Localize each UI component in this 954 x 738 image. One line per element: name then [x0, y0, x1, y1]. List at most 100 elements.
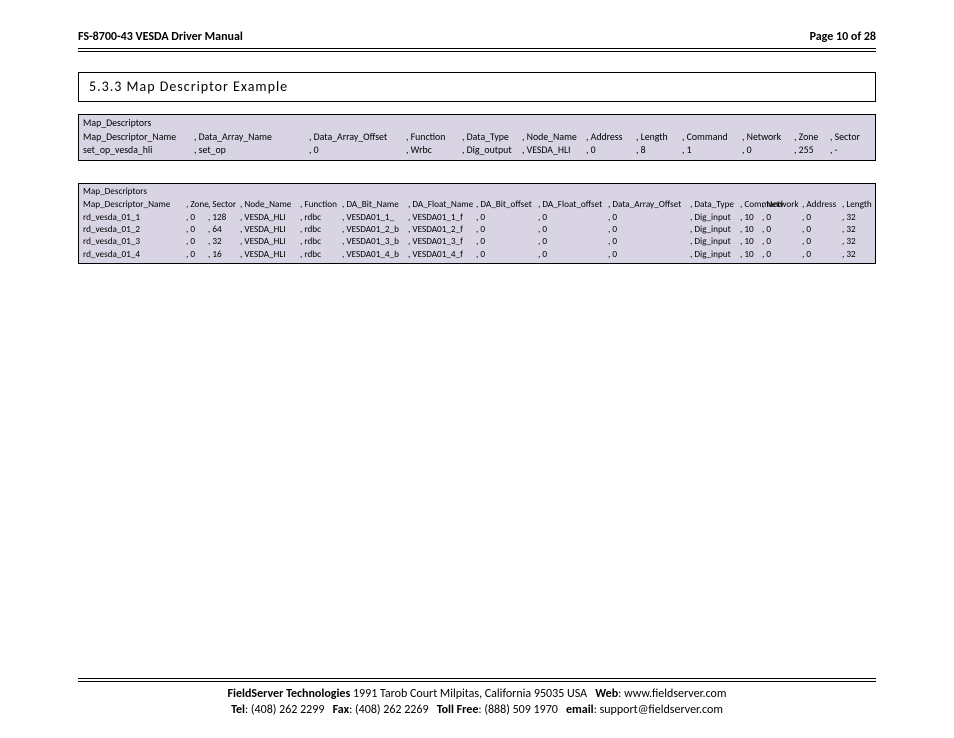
cell: , VESDA01_4_b [342, 249, 408, 261]
cell: , VESDA_HLI [240, 236, 300, 248]
col-header: , Network [762, 199, 802, 211]
cell: , 0 [538, 236, 608, 248]
cell: , 10 [740, 236, 762, 248]
cell: , VESDA01_2_b [342, 224, 408, 236]
col-header: , Data_Array_Offset [309, 131, 406, 144]
col-header: , DA_Float_Name [408, 199, 476, 211]
header-rule [78, 48, 876, 52]
col-header: , Node_Name [522, 131, 586, 144]
col-header: , Command [740, 199, 762, 211]
col-header: , Address [802, 199, 842, 211]
cell: , 32 [842, 236, 876, 248]
email-address: support@fieldserver.com [600, 703, 723, 717]
col-header: , Data_Type [462, 131, 522, 144]
cell: , Dig_input [690, 249, 740, 261]
cell: , 255 [794, 144, 830, 157]
cell: , 0 [608, 249, 690, 261]
cell: , 0 [802, 236, 842, 248]
col-header: , Length [636, 131, 682, 144]
cell: , rdbc [300, 212, 342, 224]
company-name: FieldServer Technologies [228, 687, 351, 701]
cell: , 0 [476, 249, 538, 261]
col-header: , Data_Array_Name [194, 131, 309, 144]
cell: , 0 [802, 249, 842, 261]
cell: , 32 [842, 224, 876, 236]
footer-line-1: FieldServer Technologies 1991 Tarob Cour… [78, 686, 876, 702]
tel-number: (408) 262 2299 [251, 703, 325, 717]
cell: , 10 [740, 212, 762, 224]
col-header: , Data_Array_Offset [608, 199, 690, 211]
map-descriptors-table-2: Map_Descriptors Map_Descriptor_Name , Zo… [78, 183, 876, 265]
cell: , set_op [194, 144, 309, 157]
web-url: www.fieldserver.com [624, 687, 726, 701]
cell: , 64 [208, 224, 240, 236]
cell: , rdbc [300, 224, 342, 236]
cell: , 0 [802, 212, 842, 224]
cell: , VESDA_HLI [240, 249, 300, 261]
cell: , 0 [608, 224, 690, 236]
cell: , VESDA01_3_f [408, 236, 476, 248]
cell: , 32 [208, 236, 240, 248]
cell: , 0 [186, 249, 208, 261]
footer-line-2: Tel: (408) 262 2299 Fax: (408) 262 2269 … [78, 702, 876, 718]
cell: , 0 [608, 236, 690, 248]
cell: , 0 [762, 236, 802, 248]
page-footer: FieldServer Technologies 1991 Tarob Cour… [78, 674, 876, 718]
cell: , 0 [476, 212, 538, 224]
company-address: 1991 Tarob Court Milpitas, California 95… [353, 687, 587, 701]
email-label: email [566, 703, 594, 717]
cell: , 0 [476, 224, 538, 236]
col-header: , DA_Bit_Name [342, 199, 408, 211]
page-number: Page 10 of 28 [810, 30, 876, 44]
cell: , VESDA_HLI [522, 144, 586, 157]
cell: , 0 [186, 212, 208, 224]
cell: rd_vesda_01_3 [83, 236, 186, 248]
cell: , 32 [842, 212, 876, 224]
section-title: 5.3.3 Map Descriptor Example [78, 72, 876, 102]
cell: , 0 [186, 224, 208, 236]
cell: , 0 [309, 144, 406, 157]
cell: , 0 [538, 249, 608, 261]
cell: , Dig_input [690, 224, 740, 236]
col-header: , Sector [208, 199, 240, 211]
table2-header-row: Map_Descriptor_Name , Zone , Sector , No… [83, 199, 873, 211]
fax-number: (408) 262 2269 [355, 703, 429, 717]
page-header: FS-8700-43 VESDA Driver Manual Page 10 o… [78, 30, 876, 48]
cell: , 1 [682, 144, 742, 157]
cell: , 0 [586, 144, 636, 157]
col-header: , DA_Float_offset [538, 199, 608, 211]
cell: , Dig_output [462, 144, 522, 157]
table1-header-row: Map_Descriptor_Name , Data_Array_Name , … [83, 131, 871, 144]
web-label: Web [595, 687, 618, 701]
col-header: Map_Descriptor_Name [83, 199, 186, 211]
cell: , 0 [476, 236, 538, 248]
tel-label: Tel [231, 703, 245, 717]
cell: , 0 [538, 224, 608, 236]
cell: , VESDA_HLI [240, 224, 300, 236]
col-header: , Network [742, 131, 794, 144]
cell: rd_vesda_01_2 [83, 224, 186, 236]
toll-number: (888) 509 1970 [484, 703, 558, 717]
cell: , VESDA01_3_b [342, 236, 408, 248]
toll-label: Toll Free [437, 703, 479, 717]
cell: , Dig_input [690, 212, 740, 224]
cell: , 0 [802, 224, 842, 236]
cell: , - [830, 144, 870, 157]
cell: , 10 [740, 249, 762, 261]
cell: , 128 [208, 212, 240, 224]
col-header: , Node_Name [240, 199, 300, 211]
col-header: , Data_Type [690, 199, 740, 211]
col-header: , Zone [794, 131, 830, 144]
cell: , Dig_input [690, 236, 740, 248]
cell: , 0 [186, 236, 208, 248]
cell: , Wrbc [406, 144, 462, 157]
cell: , 0 [742, 144, 794, 157]
cell: , VESDA_HLI [240, 212, 300, 224]
cell: set_op_vesda_hli [83, 144, 194, 157]
cell: , 0 [538, 212, 608, 224]
cell: , 16 [208, 249, 240, 261]
cell: , 0 [762, 212, 802, 224]
cell: , rdbc [300, 236, 342, 248]
col-header: , Command [682, 131, 742, 144]
doc-title: FS-8700-43 VESDA Driver Manual [78, 30, 243, 44]
